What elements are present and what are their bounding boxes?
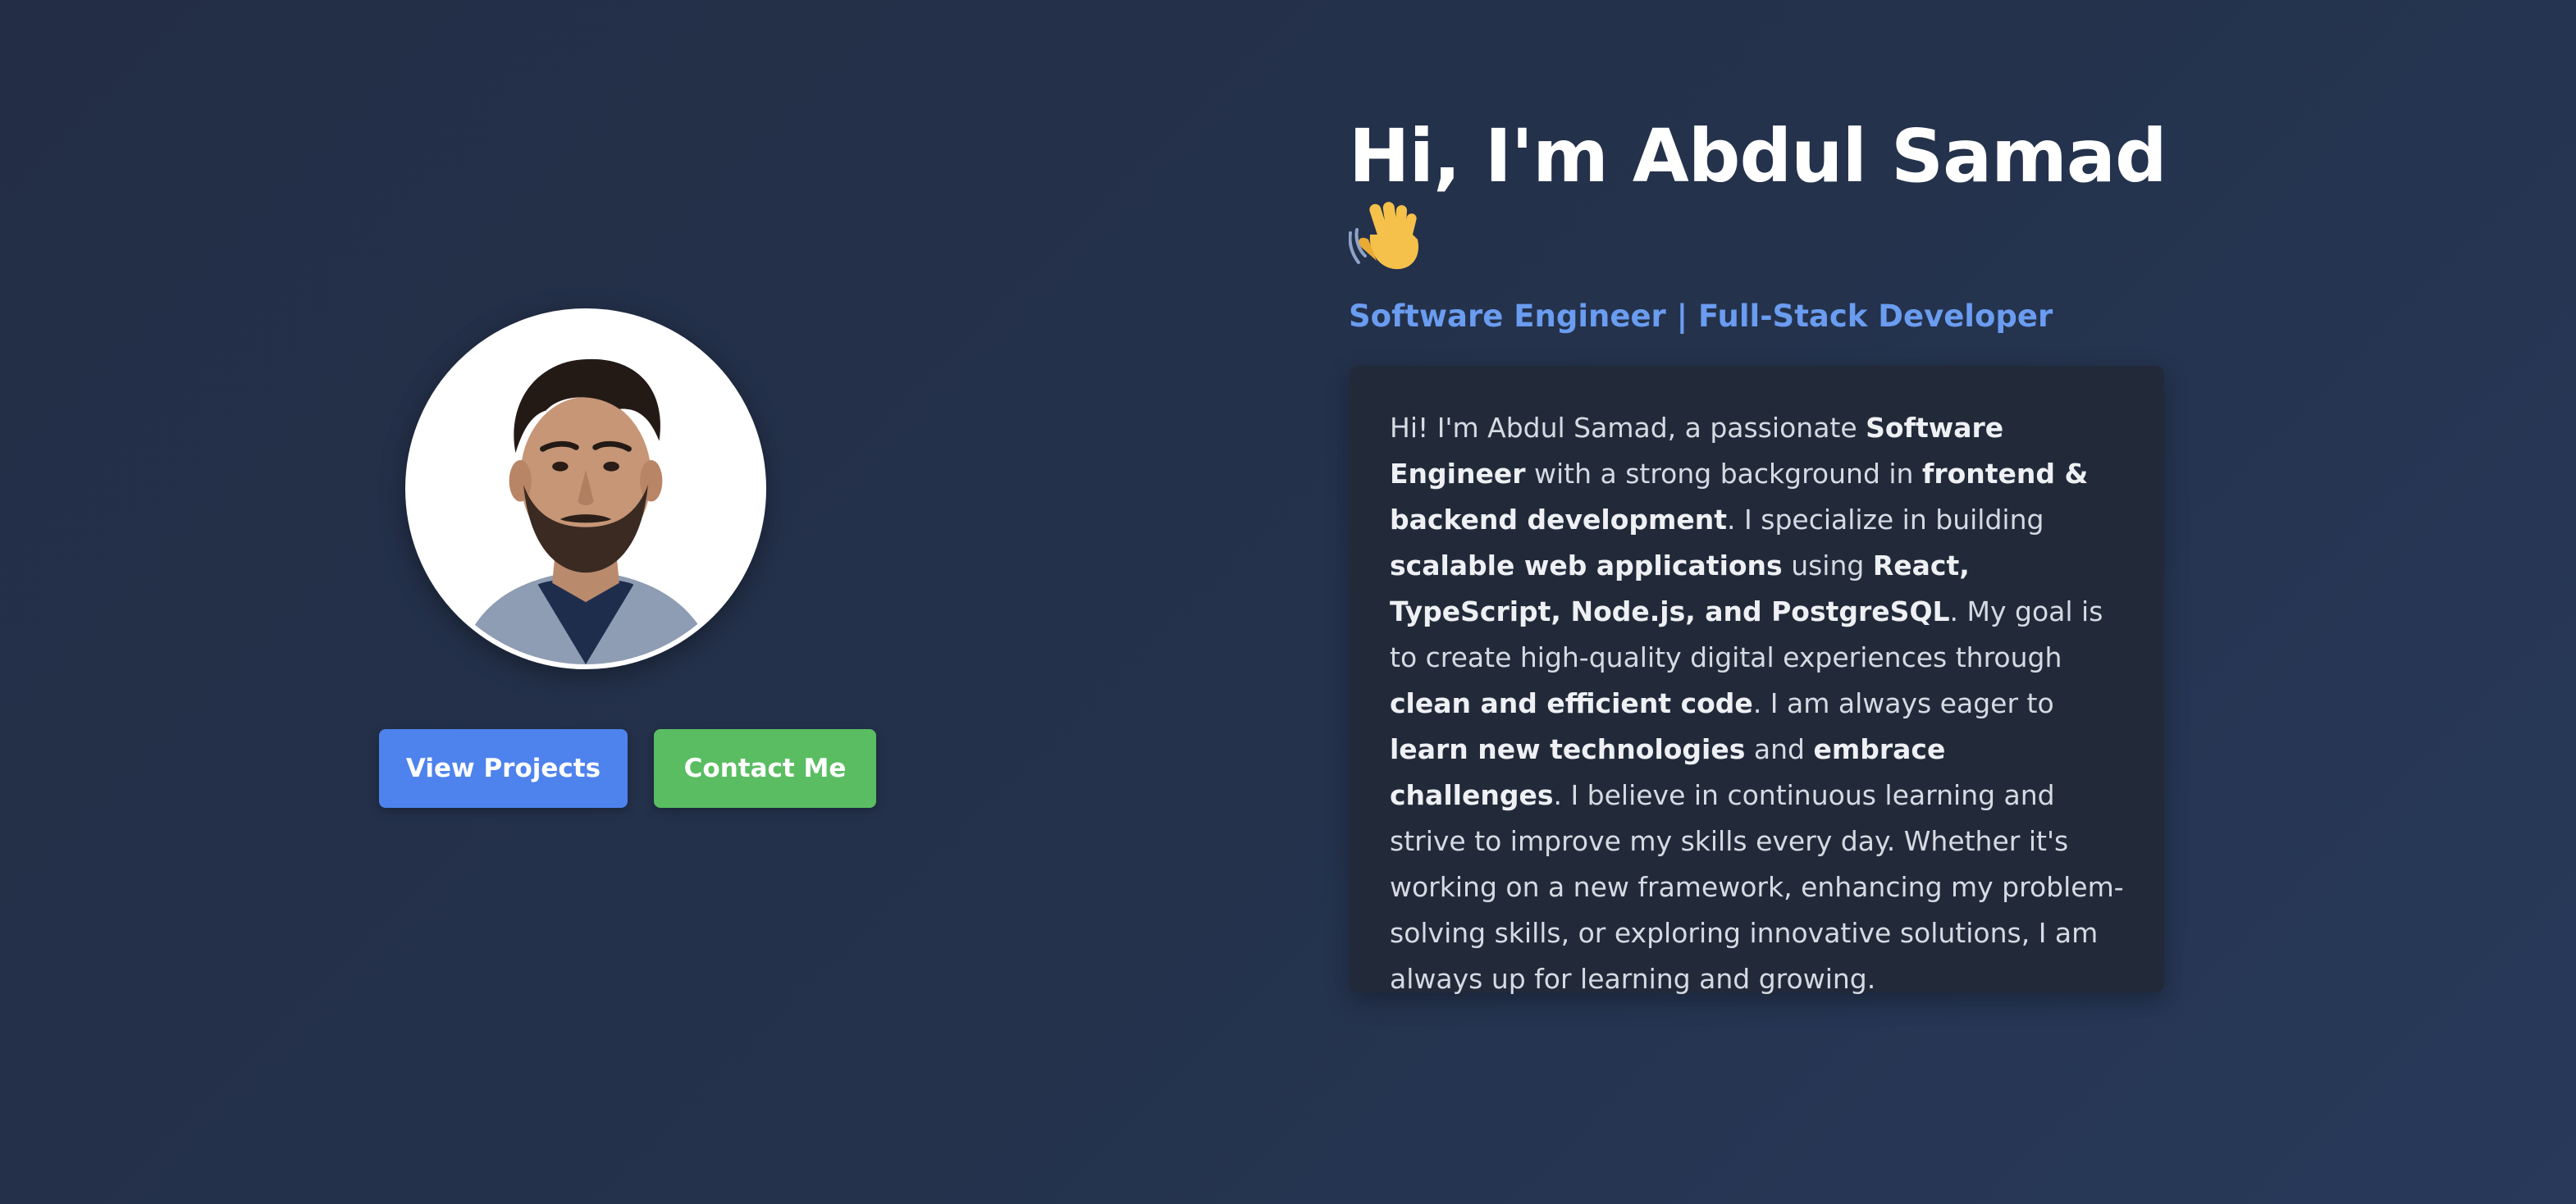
bio-text-run: using xyxy=(1782,550,1873,581)
bio-paragraph: Hi! I'm Abdul Samad, a passionate Softwa… xyxy=(1390,405,2126,1002)
bio-text-run: . I specialize in building xyxy=(1727,504,2044,536)
bio-card: Hi! I'm Abdul Samad, a passionate Softwa… xyxy=(1350,366,2164,995)
bio-highlight: scalable web applications xyxy=(1390,550,1783,581)
view-projects-button[interactable]: View Projects xyxy=(379,729,628,808)
waving-hand-icon xyxy=(1349,197,1427,276)
bio-text-run: and xyxy=(1745,733,1814,765)
page-title: Hi, I'm Abdul Samad xyxy=(1349,115,2202,276)
bio-text-run: . I am always eager to xyxy=(1752,687,2054,719)
bio-highlight: clean and efficient code xyxy=(1390,687,1753,719)
contact-me-button[interactable]: Contact Me xyxy=(654,729,876,808)
bio-highlight: learn new technologies xyxy=(1390,733,1746,765)
profile-photo xyxy=(405,308,766,669)
profile-portrait xyxy=(410,313,761,664)
title-text: Hi, I'm Abdul Samad xyxy=(1349,113,2167,198)
subtitle-role: Software Engineer | Full-Stack Developer xyxy=(1349,299,2053,334)
bio-text-run: . I believe in continuous learning and s… xyxy=(1390,779,2124,995)
bio-text-run: Hi! I'm Abdul Samad, a passionate xyxy=(1390,412,1866,444)
bio-text-run: with a strong background in xyxy=(1525,458,1922,490)
hero-section: View Projects Contact Me Hi, I'm Abdul S… xyxy=(0,0,2576,1204)
